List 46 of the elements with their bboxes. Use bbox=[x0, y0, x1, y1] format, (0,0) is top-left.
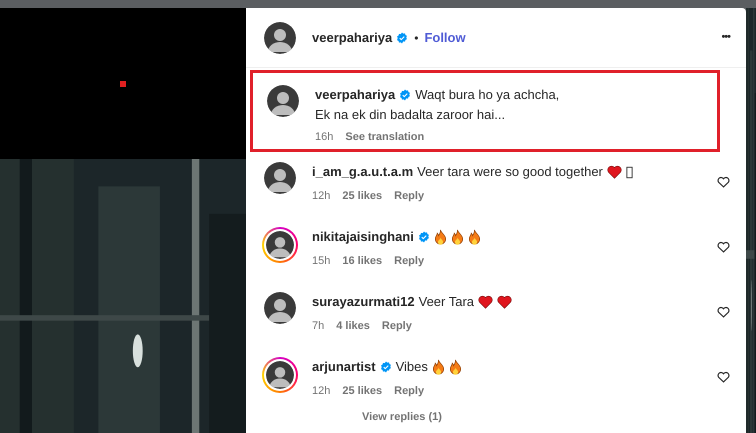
timestamp: 12h bbox=[312, 189, 330, 204]
reply-button[interactable]: Reply bbox=[394, 382, 424, 399]
fire-icon bbox=[432, 358, 445, 375]
comment-text: Veer tara were so good together bbox=[417, 163, 603, 182]
avatar[interactable] bbox=[264, 292, 296, 324]
follow-button[interactable]: Follow bbox=[424, 28, 466, 48]
separator: • bbox=[414, 30, 418, 46]
username[interactable]: nikitajaisinghani bbox=[312, 227, 414, 247]
username[interactable]: veerpahariya bbox=[315, 85, 396, 104]
timestamp: 12h bbox=[312, 384, 330, 398]
comment-text: Veer Tara bbox=[418, 293, 474, 312]
comment-text: Vibes bbox=[396, 358, 428, 376]
reply-button[interactable]: Reply bbox=[382, 318, 412, 334]
timestamp: 16h bbox=[315, 130, 334, 144]
avatar[interactable] bbox=[267, 85, 299, 117]
heart-icon bbox=[478, 295, 494, 309]
like-count[interactable]: 25 likes bbox=[342, 188, 382, 204]
missing-glyph-icon bbox=[626, 166, 633, 178]
view-replies-button[interactable]: View replies (1) bbox=[362, 409, 442, 426]
timestamp: 15h bbox=[312, 254, 330, 269]
like-count[interactable]: 25 likes bbox=[342, 382, 382, 399]
timestamp: 7h bbox=[312, 319, 324, 334]
like-heart-icon[interactable] bbox=[717, 371, 730, 383]
username[interactable]: veerpahariya bbox=[312, 28, 392, 48]
avatar[interactable] bbox=[264, 22, 296, 54]
like-count[interactable]: 4 likes bbox=[336, 318, 370, 334]
see-translation-link[interactable]: See translation bbox=[345, 128, 424, 145]
username[interactable]: i_am_g.a.u.t.a.m bbox=[312, 162, 414, 182]
caption-text: Ek na ek din badalta zaroor hai... bbox=[315, 106, 506, 124]
username[interactable]: arjunartist bbox=[312, 357, 376, 376]
more-options-button[interactable]: ••• bbox=[721, 29, 730, 46]
fire-icon bbox=[434, 229, 447, 245]
username[interactable]: surayazurmati12 bbox=[312, 292, 415, 312]
heart-icon bbox=[497, 295, 512, 309]
fire-icon bbox=[448, 358, 462, 375]
reply-button[interactable]: Reply bbox=[394, 188, 424, 204]
like-count[interactable]: 16 likes bbox=[342, 253, 382, 270]
like-heart-icon[interactable] bbox=[717, 306, 730, 318]
caption-text: Waqt bura ho ya achcha, bbox=[415, 86, 560, 104]
fire-icon bbox=[468, 229, 481, 245]
avatar[interactable] bbox=[264, 162, 296, 194]
like-heart-icon[interactable] bbox=[717, 241, 730, 253]
like-heart-icon[interactable] bbox=[717, 176, 730, 188]
heart-icon bbox=[606, 165, 622, 179]
reply-button[interactable]: Reply bbox=[394, 253, 424, 270]
fire-icon bbox=[450, 229, 464, 245]
